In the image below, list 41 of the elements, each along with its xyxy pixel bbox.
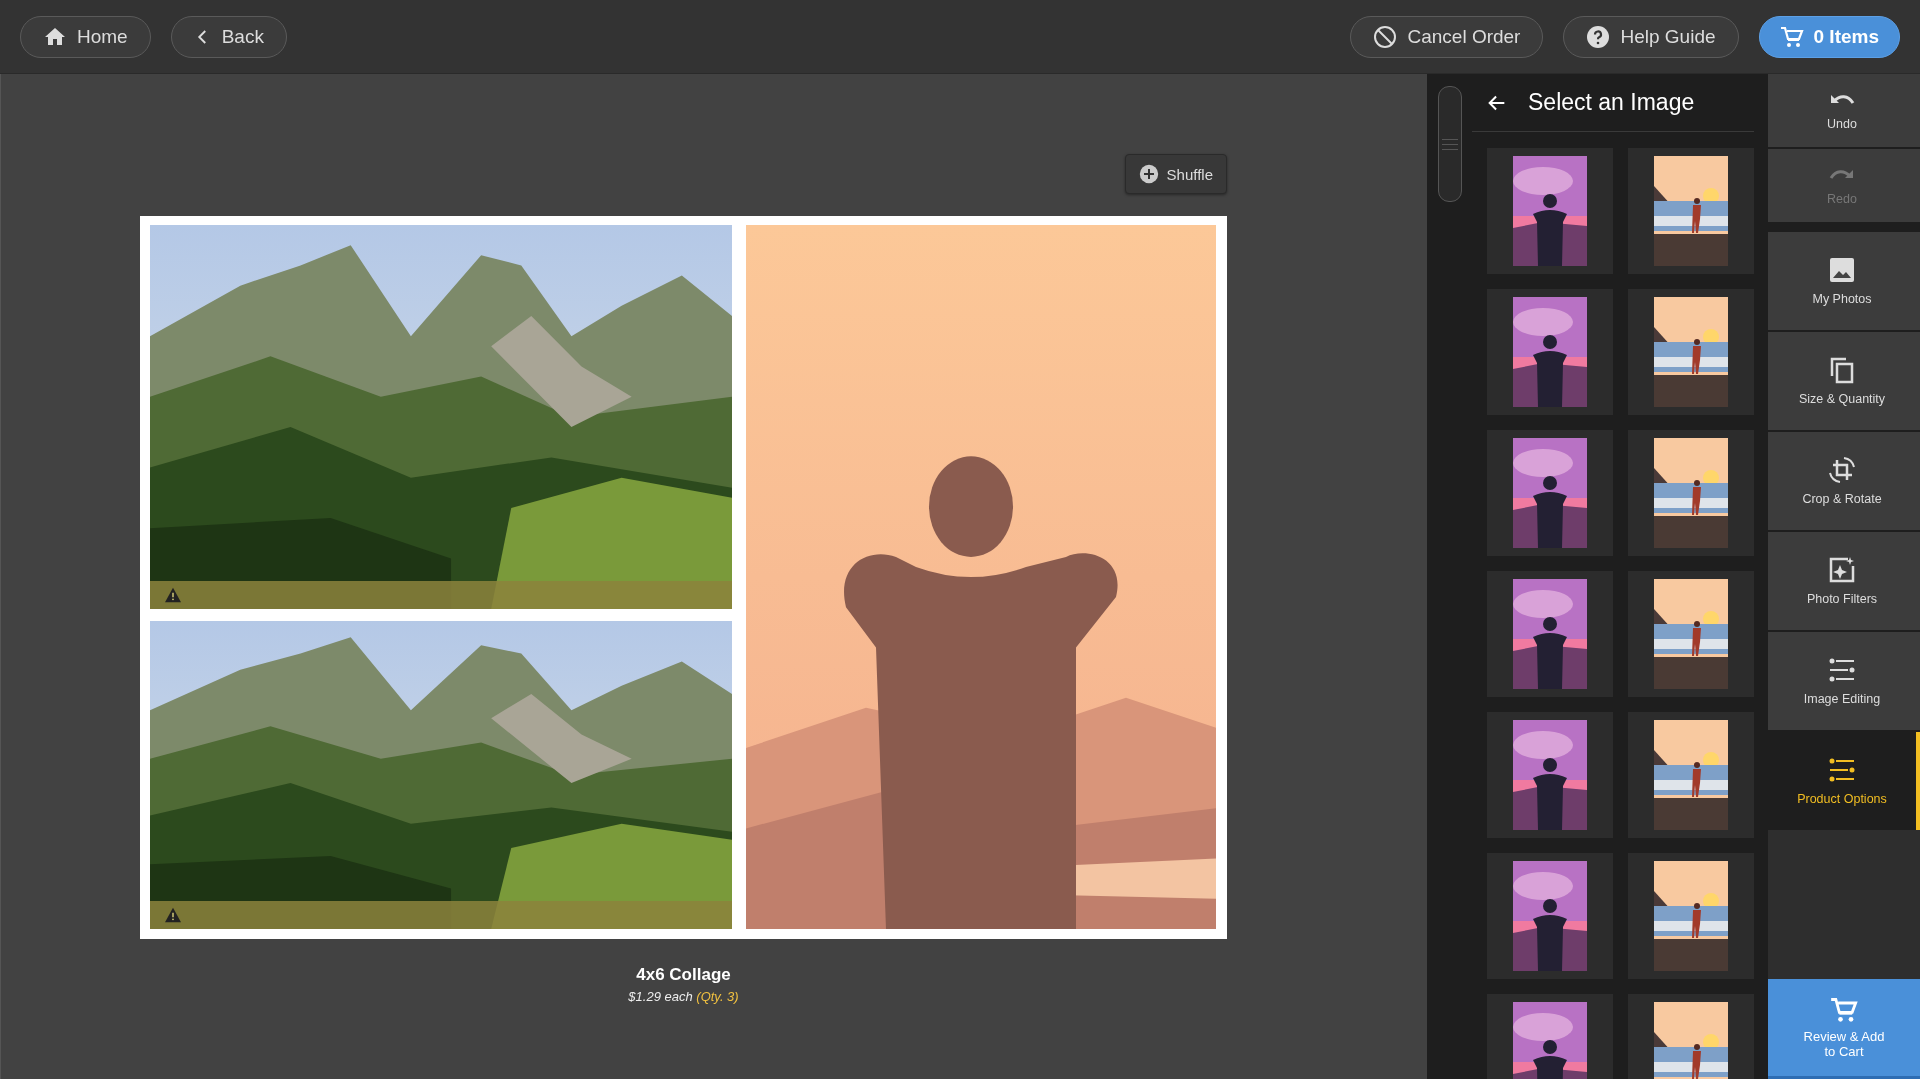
thumbnail-tile[interactable] — [1628, 712, 1754, 838]
thumbnail-tile[interactable] — [1487, 430, 1613, 556]
panel-title: Select an Image — [1528, 89, 1695, 116]
shuffle-button[interactable]: Shuffle — [1124, 154, 1227, 194]
price-text: $1.29 each — [628, 989, 693, 1004]
product-title: 4x6 Collage — [635, 965, 732, 985]
thumbnail-tile[interactable] — [1487, 289, 1613, 415]
crop-rotate-icon — [1828, 456, 1856, 484]
sliders-icon — [1828, 656, 1856, 684]
thumbnail-tile[interactable] — [1628, 289, 1754, 415]
help-icon — [1586, 24, 1611, 49]
sliders-icon — [1828, 756, 1856, 784]
sparkle-icon — [1828, 556, 1856, 584]
thumbnail-tile[interactable] — [1487, 712, 1613, 838]
thumbnail-tile[interactable] — [1487, 571, 1613, 697]
thumbnail-tile[interactable] — [1628, 853, 1754, 979]
thumbnail-tile[interactable] — [1628, 430, 1754, 556]
scrollbar-thumb[interactable] — [1437, 86, 1462, 202]
plus-icon — [1138, 164, 1159, 184]
cart-icon — [1830, 995, 1858, 1024]
warning-icon — [164, 587, 182, 603]
tool-button[interactable]: Photo Filters — [1768, 532, 1920, 630]
tool-button[interactable]: Image Editing — [1768, 632, 1920, 730]
home-button[interactable]: Home — [20, 15, 151, 58]
help-guide-button[interactable]: Help Guide — [1563, 15, 1739, 58]
thumbnail-tile[interactable] — [1628, 148, 1754, 274]
tool-button[interactable]: Crop & Rotate — [1768, 432, 1920, 530]
tool-button[interactable]: My Photos — [1768, 232, 1920, 330]
cancel-icon — [1373, 24, 1398, 49]
quantity-text: (Qty. 3) — [696, 989, 739, 1004]
thumbnail-tile[interactable] — [1487, 148, 1613, 274]
undo-button[interactable]: Undo — [1768, 74, 1920, 147]
thumbnail-tile[interactable] — [1487, 853, 1613, 979]
thumbnail-tile[interactable] — [1628, 571, 1754, 697]
cart-icon — [1779, 24, 1804, 49]
back-button[interactable]: Back — [170, 15, 287, 58]
image-icon — [1828, 256, 1856, 284]
cancel-order-button[interactable]: Cancel Order — [1350, 15, 1544, 58]
warning-icon — [164, 907, 182, 923]
tool-button[interactable]: Size & Quantity — [1768, 332, 1920, 430]
copy-icon — [1828, 356, 1856, 384]
